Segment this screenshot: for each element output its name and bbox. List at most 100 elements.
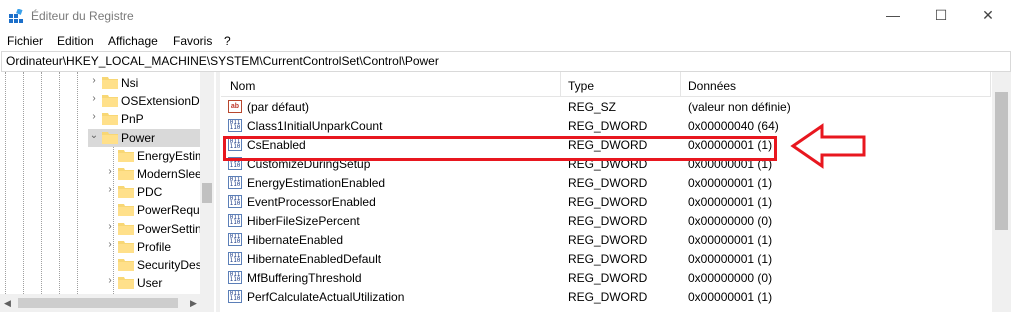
value-type: REG_DWORD bbox=[568, 176, 648, 190]
folder-icon bbox=[102, 95, 118, 108]
close-button[interactable]: ✕ bbox=[965, 0, 1011, 31]
chevron-right-icon[interactable]: › bbox=[88, 75, 100, 86]
tree-item[interactable]: ⌄ Power bbox=[88, 128, 200, 147]
tree-guide-line bbox=[23, 72, 24, 312]
tree-guide-line bbox=[41, 72, 42, 312]
scroll-left-arrow-icon[interactable]: ◀ bbox=[4, 298, 11, 309]
tree-item[interactable]: › OSExtensionD bbox=[88, 92, 200, 110]
value-type: REG_DWORD bbox=[568, 195, 648, 209]
tree-item-label: PowerRequ bbox=[137, 203, 200, 218]
chevron-right-icon[interactable]: › bbox=[88, 93, 100, 104]
tree-guide-line bbox=[59, 72, 60, 312]
registry-editor-icon bbox=[9, 9, 23, 23]
tree-item[interactable]: › Profile bbox=[104, 238, 200, 256]
folder-icon bbox=[118, 240, 134, 253]
chevron-down-icon[interactable]: ⌄ bbox=[88, 130, 100, 141]
binary-value-icon: 011 110 bbox=[228, 176, 242, 189]
tree-item[interactable]: › PowerSettin bbox=[104, 220, 201, 238]
value-data: 0x00000001 (1) bbox=[688, 290, 773, 304]
value-data: 0x00000000 (0) bbox=[688, 214, 773, 228]
column-separator[interactable] bbox=[680, 72, 681, 96]
binary-value-icon: 011 110 bbox=[228, 252, 242, 265]
list-vertical-scroll-thumb[interactable] bbox=[995, 92, 1008, 230]
value-data: 0x00000040 (64) bbox=[688, 119, 779, 133]
tree-item[interactable]: EnergyEstim bbox=[104, 147, 205, 165]
folder-icon bbox=[102, 113, 118, 126]
tree-item[interactable]: › User bbox=[104, 274, 200, 292]
maximize-button[interactable]: ☐ bbox=[918, 0, 964, 31]
tree-item[interactable]: SecurityDes bbox=[104, 256, 202, 274]
list-header: Nom Type Données bbox=[221, 72, 991, 97]
folder-icon bbox=[102, 77, 118, 89]
window-title: Éditeur du Registre bbox=[31, 9, 134, 23]
value-name: (par défaut) bbox=[247, 100, 310, 114]
value-data: 0x00000001 (1) bbox=[688, 195, 773, 209]
scroll-right-arrow-icon[interactable]: ▶ bbox=[190, 298, 197, 309]
folder-icon bbox=[102, 131, 118, 144]
tree-item-label: PDC bbox=[137, 185, 163, 200]
values-list: Nom Type Données ab (par défaut) REG_SZ (va… bbox=[221, 72, 1011, 312]
menu-affichage[interactable]: Affichage bbox=[108, 34, 158, 48]
menu-edition[interactable]: Edition bbox=[57, 34, 94, 48]
folder-icon bbox=[118, 204, 134, 217]
value-name: PerfCalculateActualUtilization bbox=[247, 290, 405, 304]
tree-item-label: Power bbox=[121, 130, 156, 145]
tree-item-label: Nsi bbox=[121, 76, 139, 90]
value-name: HibernateEnabled bbox=[247, 233, 344, 247]
registry-value-row[interactable]: 011 110 EnergyEstimationEnabled REG_DWORD 0… bbox=[221, 173, 991, 192]
registry-value-row[interactable]: 011 110 MfBufferingThreshold REG_DWORD 0x00… bbox=[221, 268, 991, 287]
menu-favoris[interactable]: Favoris bbox=[173, 34, 212, 48]
chevron-right-icon[interactable]: › bbox=[104, 166, 116, 177]
registry-value-row[interactable]: 011 110 PerfCalculateActualUtilization REG… bbox=[221, 287, 991, 306]
registry-value-row[interactable]: 011 110 HiberFileSizePercent REG_DWORD 0x00… bbox=[221, 211, 991, 230]
tree-item-label: ModernSlee bbox=[137, 167, 202, 181]
value-name: HiberFileSizePercent bbox=[247, 214, 360, 228]
binary-value-icon: 011 110 bbox=[228, 290, 242, 303]
key-tree: › Nsi › OSExtensionD › PnP ⌄ Power EnergyEstim › M… bbox=[0, 72, 214, 312]
tree-vertical-scroll-thumb[interactable] bbox=[202, 183, 212, 203]
tree-guide-line bbox=[77, 72, 78, 312]
value-name: HibernateEnabledDefault bbox=[247, 252, 382, 266]
value-type: REG_DWORD bbox=[568, 233, 648, 247]
registry-value-row[interactable]: 011 110 EventProcessorEnabled REG_DWORD 0x0… bbox=[221, 192, 991, 211]
chevron-right-icon[interactable]: › bbox=[104, 239, 116, 250]
tree-item[interactable]: › PDC bbox=[104, 183, 200, 201]
menu-help[interactable]: ? bbox=[224, 34, 231, 48]
tree-item-label: SecurityDes bbox=[137, 258, 202, 272]
tree-item[interactable]: PowerRequ bbox=[104, 201, 200, 219]
binary-value-icon: 011 110 bbox=[228, 119, 242, 132]
column-header-type[interactable]: Type bbox=[568, 79, 594, 93]
binary-value-icon: 011 110 bbox=[228, 233, 242, 246]
tree-item-label: EnergyEstim bbox=[137, 148, 206, 163]
tree-guide-line bbox=[5, 72, 6, 312]
chevron-right-icon[interactable]: › bbox=[104, 221, 116, 232]
registry-value-row[interactable]: 011 110 Class1InitialUnparkCount REG_DWORD… bbox=[221, 116, 991, 135]
tree-item-label: PnP bbox=[121, 112, 144, 127]
pane-splitter[interactable] bbox=[216, 72, 220, 312]
menu-fichier[interactable]: Fichier bbox=[7, 34, 43, 48]
column-header-data[interactable]: Données bbox=[688, 79, 736, 93]
tree-item[interactable]: › Nsi bbox=[88, 74, 200, 92]
menu-bar: Fichier Edition Affichage Favoris ? bbox=[0, 31, 1011, 51]
tree-item[interactable]: › PnP bbox=[88, 110, 200, 128]
folder-icon bbox=[118, 168, 134, 180]
column-separator[interactable] bbox=[990, 72, 991, 96]
folder-icon bbox=[118, 259, 134, 271]
column-separator[interactable] bbox=[560, 72, 561, 96]
minimize-button[interactable]: — bbox=[870, 0, 916, 31]
value-type: REG_DWORD bbox=[568, 252, 648, 266]
chevron-right-icon[interactable]: › bbox=[104, 275, 116, 286]
column-header-name[interactable]: Nom bbox=[230, 79, 255, 93]
tree-item[interactable]: › ModernSlee bbox=[104, 165, 202, 183]
address-bar[interactable]: Ordinateur\HKEY_LOCAL_MACHINE\SYSTEM\Cur… bbox=[1, 51, 1011, 72]
value-name: Class1InitialUnparkCount bbox=[247, 119, 383, 133]
tree-horizontal-scroll-thumb[interactable] bbox=[18, 298, 178, 308]
pointer-arrow-icon bbox=[790, 123, 866, 169]
string-value-icon: ab bbox=[228, 100, 242, 113]
chevron-right-icon[interactable]: › bbox=[88, 111, 100, 122]
registry-value-row[interactable]: 011 110 HibernateEnabledDefault REG_DWORD 0… bbox=[221, 249, 991, 268]
registry-value-row[interactable]: 011 110 HibernateEnabled REG_DWORD 0x000000… bbox=[221, 230, 991, 249]
registry-value-row[interactable]: ab (par défaut) REG_SZ (valeur non définie) bbox=[221, 97, 991, 116]
chevron-right-icon[interactable]: › bbox=[104, 184, 116, 195]
binary-value-icon: 011 110 bbox=[228, 195, 242, 208]
